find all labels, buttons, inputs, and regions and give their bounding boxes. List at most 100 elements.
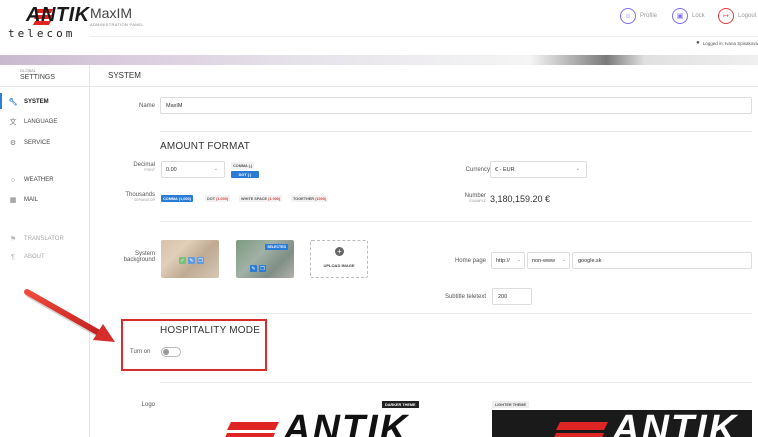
logged-in-info: ● Logged in: Ivana Spisakova — [696, 40, 758, 46]
darker-theme-tag: DARKER THEME — [382, 401, 419, 408]
thumbnail-actions: ✓ ✎ ❐ — [179, 257, 204, 264]
background-thumbnail-2[interactable]: SELECTED ✎ ❐ — [236, 240, 294, 278]
sidebar: GLOBAL SETTINGS 🔧︎ SYSTEM 文 LANGUAGE ⚙ S… — [0, 65, 90, 437]
currency-select[interactable]: € - EUR ⌄ — [490, 161, 587, 178]
homepage-www-value: non-www — [532, 257, 555, 264]
decimal-sublabel: POINT — [144, 168, 155, 172]
tag-label: WHITE SPACE — [241, 196, 268, 201]
plus-circle-icon: + — [335, 247, 344, 256]
name-label: Name — [138, 103, 155, 109]
currency-value: € - EUR — [495, 166, 515, 173]
sidebar-item-label: MAIL — [24, 197, 39, 203]
logout-button[interactable]: ↦ Logout — [718, 6, 756, 26]
gears-icon: ⚙ — [9, 140, 17, 147]
logo-preview-light-theme[interactable]: ANTIK — [492, 410, 752, 437]
antik-logo[interactable]: ANTIK telecom — [6, 4, 89, 42]
number-sublabel: EXAMPLE — [469, 199, 486, 203]
sidebar-item-label: SYSTEM — [24, 99, 49, 105]
copy-icon[interactable]: ❐ — [197, 257, 204, 264]
page-title: SYSTEM — [108, 71, 141, 80]
lock-button[interactable]: ▣ Lock — [672, 6, 705, 26]
sidebar-item-label: WEATHER — [24, 177, 54, 183]
thousands-whitespace-tag[interactable]: WHITE SPACE (1 000) — [239, 195, 283, 202]
logo-subtitle: telecom — [8, 27, 76, 40]
wrench-icon: 🔧︎ — [8, 99, 18, 106]
sidebar-item-system[interactable]: 🔧︎ SYSTEM — [8, 96, 49, 108]
system-background-label-2: background — [123, 257, 155, 263]
chevron-down-icon: ⌄ — [213, 166, 218, 172]
profile-icon: ☺ — [620, 8, 636, 24]
tag-label: TOGETHER — [293, 196, 315, 201]
decimal-value: 0.00 — [166, 166, 177, 173]
teletext-input[interactable]: 200 — [492, 288, 532, 305]
edit-icon[interactable]: ✎ — [250, 265, 257, 272]
logo-preview-word: ANTIK — [612, 410, 739, 437]
check-icon[interactable]: ✓ — [179, 257, 186, 264]
profile-button[interactable]: ☺ Profile — [620, 6, 657, 26]
number-example-value: 3,180,159.20 € — [490, 194, 551, 204]
teletext-label: Subtitle teletext — [444, 294, 486, 300]
decimal-dot-tag[interactable]: DOT (.) — [231, 171, 259, 178]
header: ANTIK telecom MaxIM ADMINISTRATION PANEL… — [0, 0, 758, 55]
decimal-comma-tag[interactable]: COMMA (,) — [231, 162, 255, 169]
profile-label: Profile — [640, 13, 658, 19]
sidebar-item-label: TRANSLATOR — [24, 236, 64, 242]
name-input[interactable]: MaxIM — [160, 97, 752, 114]
decimal-select[interactable]: 0.00 ⌄ — [161, 161, 225, 178]
tag-example: (1 000) — [268, 196, 281, 201]
thousands-comma-tag[interactable]: COMMA (1,000) — [161, 195, 193, 202]
currency-label: Currency — [465, 167, 490, 173]
chevron-down-icon: ⌄ — [575, 166, 580, 172]
logo-preview-word: ANTIK — [283, 410, 410, 437]
section-divider — [160, 221, 752, 222]
homepage-input[interactable]: google.sk — [572, 252, 752, 269]
decimal-label: Decimal POINT — [115, 162, 155, 172]
sidebar-item-label: LANGUAGE — [24, 119, 58, 125]
tag-label: COMMA (,) — [233, 163, 253, 168]
tag-label: DOT (.) — [238, 172, 252, 177]
chevron-down-icon: ⌄ — [561, 257, 566, 263]
upload-image-label: UPLOAD IMAGE — [323, 263, 355, 268]
sidebar-item-language[interactable]: 文 LANGUAGE — [8, 116, 58, 128]
app-subtitle: ADMINISTRATION PANEL — [90, 22, 144, 27]
logo-word: ANTIK — [26, 4, 90, 26]
lock-label: Lock — [692, 13, 705, 19]
section-divider — [160, 313, 752, 314]
lighter-theme-tag: LIGHTER THEME — [492, 401, 530, 408]
logo-preview-dark-theme[interactable]: ANTIK — [161, 410, 424, 437]
translate-icon: 文 — [9, 119, 17, 126]
sidebar-item-mail[interactable]: ▦ MAIL — [8, 194, 38, 206]
copy-icon[interactable]: ❐ — [259, 265, 266, 272]
logo-label: Logo — [141, 402, 155, 408]
logout-icon: ↦ — [718, 8, 734, 24]
selected-badge: SELECTED — [265, 244, 288, 250]
tag-example: (1.000) — [216, 196, 229, 201]
system-background-label: System background — [110, 251, 155, 263]
thousands-together-tag[interactable]: TOGETHER (1000) — [291, 195, 329, 202]
thousands-dot-tag[interactable]: DOT (1.000) — [205, 195, 231, 202]
background-thumbnail-1[interactable]: ✓ ✎ ❐ — [161, 240, 219, 278]
thumbnail-actions: ✎ ❐ — [250, 265, 266, 272]
sidebar-item-translator[interactable]: ⚑ TRANSLATOR — [8, 233, 64, 245]
paragraph-icon: ¶ — [11, 253, 15, 261]
amount-format-title: AMOUNT FORMAT — [160, 141, 251, 152]
thousands-label: Thousands SEPARATOR — [110, 192, 155, 202]
homepage-www-select[interactable]: non-www ⌄ — [527, 252, 570, 269]
user-icon: ● — [696, 40, 700, 46]
tag-label: COMMA — [163, 196, 178, 201]
app-title: MaxIM — [90, 5, 132, 21]
upload-image-button[interactable]: + UPLOAD IMAGE — [310, 240, 368, 278]
homepage-label: Home page — [454, 258, 486, 264]
homepage-protocol-select[interactable]: http:// ⌄ — [491, 252, 525, 269]
logo-stripes-icon — [554, 422, 608, 437]
edit-icon[interactable]: ✎ — [188, 257, 195, 264]
logout-label: Logout — [738, 13, 757, 19]
sidebar-item-service[interactable]: ⚙ SERVICE — [8, 137, 50, 149]
lock-icon: ▣ — [672, 8, 688, 24]
circle-icon: ○ — [10, 176, 16, 184]
number-example-label: Number EXAMPLE — [448, 193, 486, 203]
sidebar-item-weather[interactable]: ○ WEATHER — [8, 174, 54, 186]
sidebar-header-title: SETTINGS — [20, 74, 56, 81]
page-header: SYSTEM — [90, 65, 758, 87]
sidebar-item-about[interactable]: ¶ ABOUT — [8, 251, 45, 263]
